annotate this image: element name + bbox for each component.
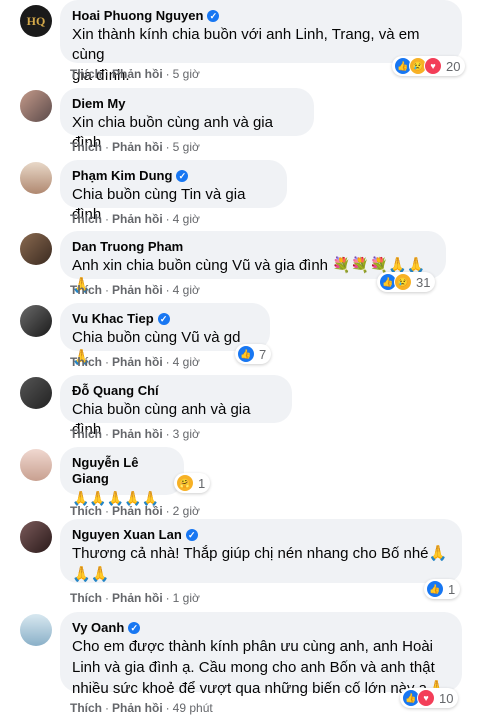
reply-link[interactable]: Phản hồi — [112, 427, 163, 441]
reply-link[interactable]: Phản hồi — [112, 283, 163, 297]
reply-link[interactable]: Phản hồi — [112, 355, 163, 369]
comment-text: Thương cả nhà! Thắp giúp chị nén nhang c… — [72, 545, 448, 562]
reaction-summary[interactable]: 👍 😢 31 — [377, 272, 436, 292]
reaction-count: 31 — [416, 274, 431, 290]
author-name[interactable]: Nguyễn Lê Giang — [72, 455, 172, 487]
reaction-summary[interactable]: 🤗 1 — [174, 473, 211, 493]
like-link[interactable]: Thích — [70, 67, 102, 81]
author-name[interactable]: Diem My — [72, 96, 125, 112]
avatar[interactable] — [20, 305, 52, 337]
verified-icon: ✓ — [157, 313, 170, 325]
avatar[interactable] — [20, 449, 52, 481]
love-icon: ♥ — [424, 57, 442, 75]
reply-link[interactable]: Phản hồi — [112, 591, 163, 605]
sad-icon: 😢 — [394, 273, 412, 291]
author-name[interactable]: Đỗ Quang Chí — [72, 383, 159, 399]
author-name[interactable]: Hoai Phuong Nguyen — [72, 8, 203, 24]
like-link[interactable]: Thích — [70, 355, 102, 369]
reaction-count: 10 — [439, 690, 454, 706]
timestamp[interactable]: 5 giờ — [173, 140, 200, 154]
avatar[interactable] — [20, 614, 52, 646]
comment-text: Cho em được thành kính phân ưu cùng anh,… — [72, 638, 433, 655]
comment-bubble: Diem My Xin chia buồn cùng anh và gia đì… — [60, 88, 314, 151]
like-icon: 👍 — [237, 345, 255, 363]
reply-link[interactable]: Phản hồi — [112, 701, 163, 715]
avatar[interactable] — [20, 90, 52, 122]
logo-icon: HQ — [26, 14, 46, 28]
like-icon: 👍 — [426, 580, 444, 598]
like-link[interactable]: Thích — [70, 283, 102, 297]
love-icon: ♥ — [417, 689, 435, 707]
timestamp[interactable]: 5 giờ — [173, 67, 200, 81]
author-name[interactable]: Vy Oanh — [72, 620, 124, 636]
verified-icon: ✓ — [128, 622, 141, 634]
like-link[interactable]: Thích — [70, 701, 102, 715]
author-name[interactable]: Phạm Kim Dung — [72, 168, 172, 184]
timestamp[interactable]: 4 giờ — [173, 212, 200, 226]
avatar[interactable]: HQ — [20, 5, 52, 37]
timestamp[interactable]: 4 giờ — [173, 355, 200, 369]
reaction-count: 1 — [198, 475, 206, 491]
reaction-summary[interactable]: 👍 😢 ♥ 20 — [392, 56, 466, 76]
author-name[interactable]: Dan Truong Pham — [72, 239, 183, 255]
avatar[interactable] — [20, 377, 52, 409]
reply-link[interactable]: Phản hồi — [112, 67, 163, 81]
verified-icon: ✓ — [207, 10, 220, 22]
reaction-summary[interactable]: 👍 7 — [235, 344, 272, 364]
like-link[interactable]: Thích — [70, 212, 102, 226]
timestamp[interactable]: 3 giờ — [173, 427, 200, 441]
reaction-count: 1 — [448, 581, 456, 597]
comment-bubble: Vu Khac Tiep ✓ Chia buồn cùng Vũ và gd 🙏 — [60, 303, 270, 366]
like-link[interactable]: Thích — [70, 504, 102, 518]
reaction-count: 20 — [446, 58, 461, 74]
comment-text: nhiều sức khoẻ để vượt qua những biến cố… — [72, 680, 446, 697]
reply-link[interactable]: Phản hồi — [112, 140, 163, 154]
author-name[interactable]: Nguyen Xuan Lan — [72, 527, 182, 543]
reaction-summary[interactable]: 👍 1 — [424, 579, 461, 599]
reply-link[interactable]: Phản hồi — [112, 212, 163, 226]
like-link[interactable]: Thích — [70, 140, 102, 154]
reaction-summary[interactable]: 👍 ♥ 10 — [400, 688, 459, 708]
comment-bubble: Vy Oanh ✓ Cho em được thành kính phân ưu … — [60, 612, 462, 697]
comment-bubble: Nguyễn Lê Giang 🙏🙏🙏🙏🙏 — [60, 447, 184, 506]
avatar[interactable] — [20, 233, 52, 265]
comment-bubble: Đỗ Quang Chí Chia buồn cùng anh và gia đ… — [60, 375, 292, 438]
reaction-count: 7 — [259, 346, 267, 362]
timestamp[interactable]: 1 giờ — [173, 591, 200, 605]
care-icon: 🤗 — [176, 474, 194, 492]
comment-bubble: Nguyen Xuan Lan ✓ Thương cả nhà! Thắp giú… — [60, 519, 462, 583]
like-link[interactable]: Thích — [70, 591, 102, 605]
comment-bubble: Phạm Kim Dung ✓ Chia buồn cùng Tin và gia… — [60, 160, 287, 223]
comment-text: Linh và gia đình ạ. Cầu mong cho anh Bốn… — [72, 659, 435, 676]
avatar[interactable] — [20, 521, 52, 553]
avatar[interactable] — [20, 162, 52, 194]
timestamp[interactable]: 4 giờ — [173, 283, 200, 297]
comment-bubble: Hoai Phuong Nguyen ✓ Xin thành kính chia … — [60, 0, 462, 84]
timestamp[interactable]: 2 giờ — [173, 504, 200, 518]
verified-icon: ✓ — [176, 170, 189, 182]
reply-link[interactable]: Phản hồi — [112, 504, 163, 518]
verified-icon: ✓ — [185, 529, 198, 541]
timestamp[interactable]: 49 phút — [173, 701, 213, 715]
author-name[interactable]: Vu Khac Tiep — [72, 311, 154, 327]
like-link[interactable]: Thích — [70, 427, 102, 441]
comment-text: 🙏🙏 — [72, 566, 110, 583]
